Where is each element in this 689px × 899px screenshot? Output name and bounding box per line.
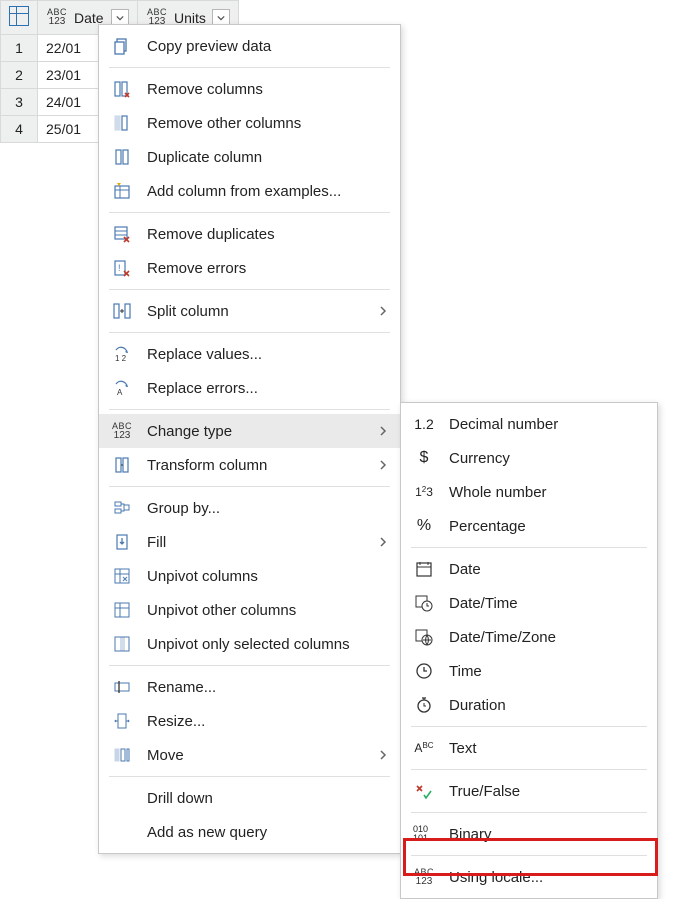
copy-icon xyxy=(111,37,133,55)
menu-transform-column[interactable]: Transform column xyxy=(99,448,400,482)
truefalse-icon xyxy=(413,782,435,800)
menu-add-as-new-query[interactable]: Add as new query xyxy=(99,815,400,849)
menu-drill-down[interactable]: Drill down xyxy=(99,781,400,815)
unpivot-icon xyxy=(111,567,133,585)
any-type-icon: ABC123 xyxy=(413,868,435,887)
menu-separator xyxy=(109,67,390,68)
menu-add-column-from-examples[interactable]: Add column from examples... xyxy=(99,174,400,208)
remove-columns-icon xyxy=(111,80,133,98)
duplicate-column-icon xyxy=(111,148,133,166)
menu-separator xyxy=(109,289,390,290)
menu-remove-duplicates[interactable]: Remove duplicates xyxy=(99,217,400,251)
binary-icon: 010101 xyxy=(413,825,435,843)
menu-resize[interactable]: Resize... xyxy=(99,704,400,738)
table-corner[interactable] xyxy=(1,1,38,35)
menu-separator xyxy=(109,665,390,666)
menu-rename[interactable]: Rename... xyxy=(99,670,400,704)
submenu-change-type: 1.2 Decimal number $ Currency 123 Whole … xyxy=(400,402,658,899)
chevron-right-icon xyxy=(370,459,388,471)
row-number: 3 xyxy=(1,89,38,116)
type-decimal[interactable]: 1.2 Decimal number xyxy=(401,407,657,441)
type-percentage[interactable]: % Percentage xyxy=(401,509,657,543)
unpivot-selected-icon xyxy=(111,635,133,653)
datetime-icon xyxy=(413,594,435,612)
type-true-false[interactable]: True/False xyxy=(401,774,657,808)
replace-values-icon: 1 2 xyxy=(111,345,133,363)
chevron-right-icon xyxy=(370,536,388,548)
duration-icon xyxy=(413,696,435,714)
group-by-icon xyxy=(111,499,133,517)
percentage-icon: % xyxy=(413,517,435,535)
whole-number-icon: 123 xyxy=(413,485,435,499)
type-time[interactable]: Time xyxy=(401,654,657,688)
decimal-icon: 1.2 xyxy=(413,416,435,432)
row-number: 2 xyxy=(1,62,38,89)
menu-change-type[interactable]: ABC123 Change type xyxy=(99,414,400,448)
menu-group-by[interactable]: Group by... xyxy=(99,491,400,525)
time-icon xyxy=(413,662,435,680)
replace-errors-icon: A xyxy=(111,379,133,397)
menu-copy-preview[interactable]: Copy preview data xyxy=(99,29,400,63)
remove-other-columns-icon xyxy=(111,114,133,132)
type-duration[interactable]: Duration xyxy=(401,688,657,722)
chevron-right-icon xyxy=(370,749,388,761)
type-using-locale[interactable]: ABC123 Using locale... xyxy=(401,860,657,894)
row-number: 4 xyxy=(1,116,38,143)
menu-unpivot-columns[interactable]: Unpivot columns xyxy=(99,559,400,593)
type-whole-number[interactable]: 123 Whole number xyxy=(401,475,657,509)
svg-text:!: ! xyxy=(118,263,121,273)
svg-text:A: A xyxy=(117,388,123,397)
type-binary[interactable]: 010101 Binary xyxy=(401,817,657,851)
transform-column-icon xyxy=(111,456,133,474)
menu-remove-columns[interactable]: Remove columns xyxy=(99,72,400,106)
menu-fill[interactable]: Fill xyxy=(99,525,400,559)
any-type-icon: ABC 123 xyxy=(46,8,68,27)
menu-separator xyxy=(109,332,390,333)
menu-remove-other-columns[interactable]: Remove other columns xyxy=(99,106,400,140)
menu-separator xyxy=(109,776,390,777)
menu-replace-values[interactable]: 1 2 Replace values... xyxy=(99,337,400,371)
menu-separator xyxy=(411,769,647,770)
menu-separator xyxy=(109,486,390,487)
any-type-icon: ABC123 xyxy=(111,422,133,441)
chevron-right-icon xyxy=(370,305,388,317)
menu-separator xyxy=(411,547,647,548)
menu-replace-errors[interactable]: A Replace errors... xyxy=(99,371,400,405)
svg-text:1 2: 1 2 xyxy=(115,354,127,363)
remove-errors-icon: ! xyxy=(111,259,133,277)
chevron-right-icon xyxy=(370,425,388,437)
add-from-examples-icon xyxy=(111,182,133,200)
move-icon xyxy=(111,746,133,764)
row-number: 1 xyxy=(1,35,38,62)
fill-icon xyxy=(111,533,133,551)
type-datetimezone[interactable]: Date/Time/Zone xyxy=(401,620,657,654)
menu-unpivot-other-columns[interactable]: Unpivot other columns xyxy=(99,593,400,627)
datetimezone-icon xyxy=(413,628,435,646)
text-icon: ABC xyxy=(413,741,435,755)
menu-separator xyxy=(109,409,390,410)
type-datetime[interactable]: Date/Time xyxy=(401,586,657,620)
split-column-icon xyxy=(111,302,133,320)
menu-split-column[interactable]: Split column xyxy=(99,294,400,328)
menu-remove-errors[interactable]: ! Remove errors xyxy=(99,251,400,285)
type-currency[interactable]: $ Currency xyxy=(401,441,657,475)
menu-duplicate-column[interactable]: Duplicate column xyxy=(99,140,400,174)
table-icon xyxy=(9,6,29,26)
menu-separator xyxy=(109,212,390,213)
menu-unpivot-selected-columns[interactable]: Unpivot only selected columns xyxy=(99,627,400,661)
menu-separator xyxy=(411,812,647,813)
remove-duplicates-icon xyxy=(111,225,133,243)
type-date[interactable]: Date xyxy=(401,552,657,586)
date-icon xyxy=(413,560,435,578)
currency-icon: $ xyxy=(413,449,435,467)
menu-separator xyxy=(411,726,647,727)
context-menu-column: Copy preview data Remove columns Remove … xyxy=(98,24,401,854)
menu-move[interactable]: Move xyxy=(99,738,400,772)
menu-separator xyxy=(411,855,647,856)
unpivot-other-icon xyxy=(111,601,133,619)
resize-icon xyxy=(111,712,133,730)
type-text[interactable]: ABC Text xyxy=(401,731,657,765)
rename-icon xyxy=(111,678,133,696)
